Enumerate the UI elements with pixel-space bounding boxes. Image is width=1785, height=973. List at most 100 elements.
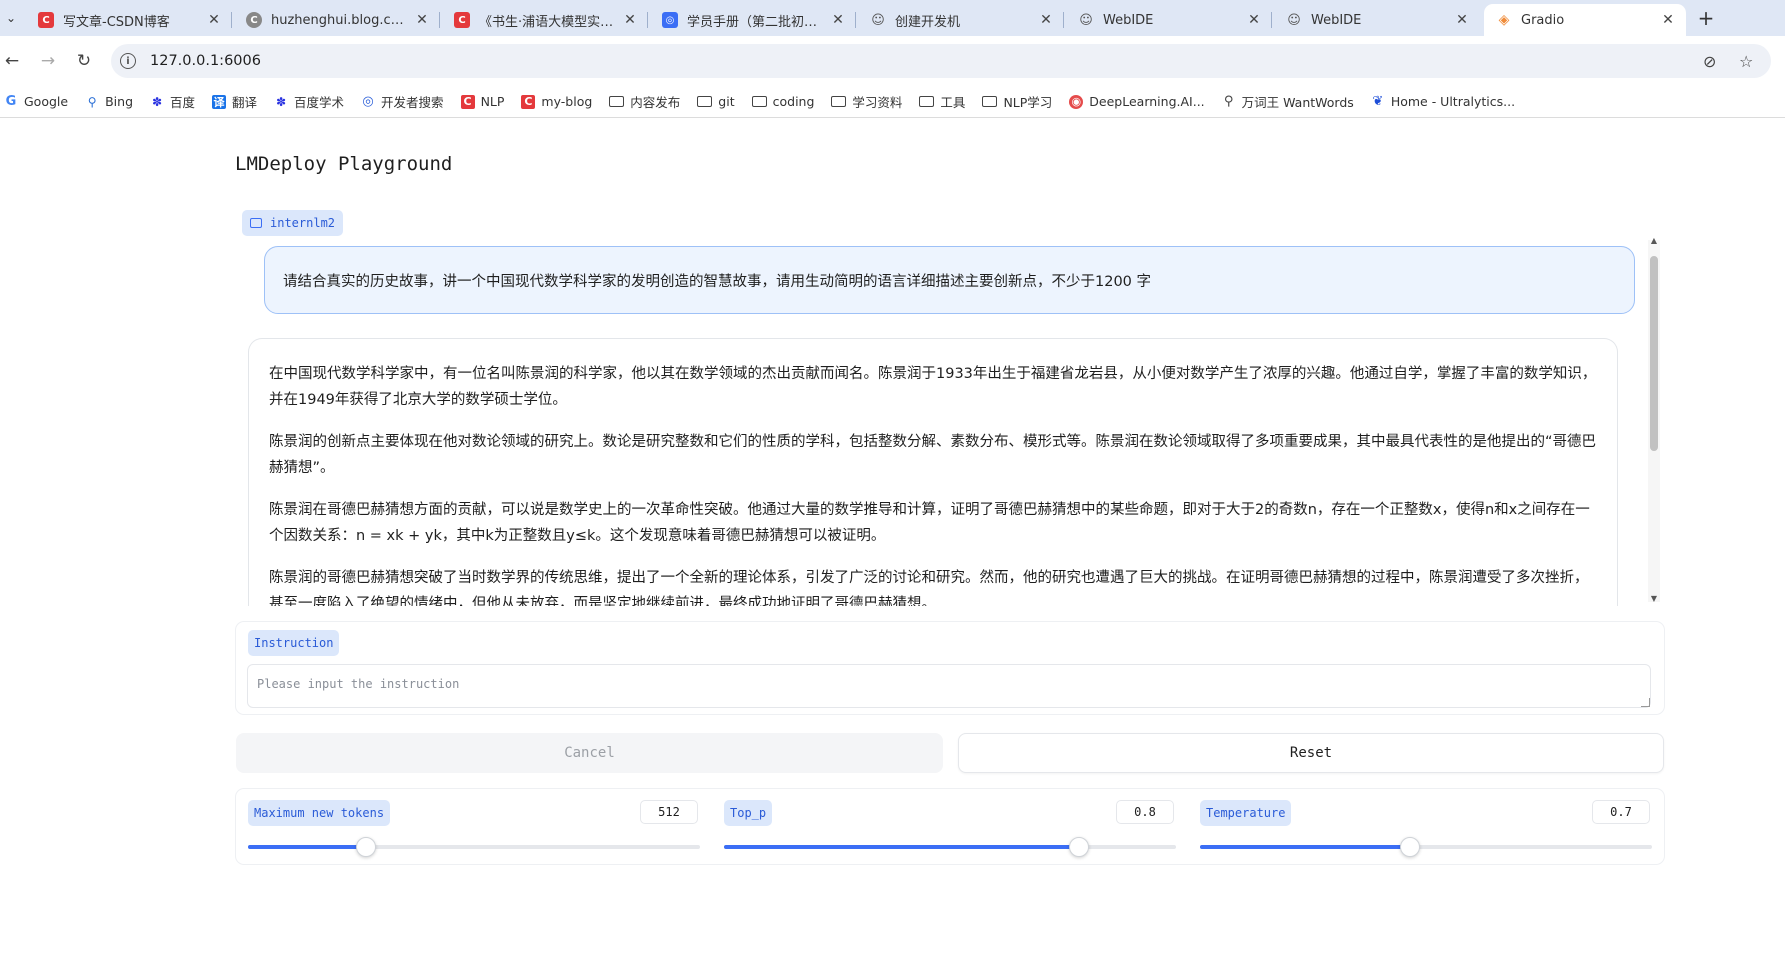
close-icon[interactable]: ✕: [1246, 12, 1262, 28]
url-text[interactable]: 127.0.0.1:6006: [150, 53, 261, 69]
folder-icon: [697, 96, 713, 107]
back-arrow-icon[interactable]: ←: [0, 49, 24, 73]
chat-scrollbar-thumb[interactable]: [1650, 256, 1658, 451]
tab-title: WebIDE: [1103, 12, 1154, 28]
tab-title: 创建开发机: [895, 14, 961, 30]
temperature-label: Temperature: [1200, 800, 1292, 826]
close-icon[interactable]: ✕: [1038, 12, 1054, 28]
bing-icon: ⚲: [87, 94, 97, 109]
baidu-icon: ✽: [276, 94, 287, 109]
csdn-icon: C: [521, 94, 536, 109]
parameters-panel: [236, 789, 1664, 864]
assistant-message-bubble: 在中国现代数学科学家中，有一位名叫陈景润的科学家，他以其在数学领域的杰出贡献而闻…: [248, 338, 1618, 606]
baidu-icon: ✽: [151, 94, 163, 109]
close-icon[interactable]: ✕: [1660, 12, 1676, 28]
instruction-input[interactable]: [247, 664, 1651, 708]
bookmark-folder[interactable]: git: [697, 94, 735, 109]
bookmark-item[interactable]: C NLP: [460, 94, 504, 109]
folder-icon: [831, 96, 847, 107]
temperature-slider[interactable]: [1200, 837, 1652, 857]
deeplearning-icon: ◉: [1069, 94, 1084, 109]
bookmark-item[interactable]: ⚲ 万词王 WantWords: [1222, 92, 1354, 111]
browser-tab[interactable]: ☺ WebIDE ✕: [1066, 4, 1272, 36]
close-icon[interactable]: ✕: [830, 12, 846, 28]
tab-title: 《书生·浦语大模型实战营: [479, 14, 616, 30]
browser-tab[interactable]: ◎ 学员手册（第二批初夏专 ✕: [650, 4, 856, 36]
bookmark-item[interactable]: ✽ 百度: [150, 92, 195, 111]
reload-icon[interactable]: ↻: [72, 49, 96, 73]
bookmark-folder[interactable]: NLP学习: [982, 92, 1052, 111]
chat-icon: [250, 218, 262, 228]
folder-icon: [982, 96, 998, 107]
top-p-slider[interactable]: [724, 837, 1176, 857]
folder-icon: [751, 96, 767, 107]
bookmark-folder[interactable]: coding: [751, 94, 814, 109]
star-bookmark-icon[interactable]: ☆: [1739, 44, 1753, 78]
scroll-up-arrow-icon[interactable]: ▲: [1648, 234, 1660, 246]
tab-strip: ⌄ C 写文章-CSDN博客 ✕ C huzhenghui.blog.csdn.…: [0, 0, 1785, 36]
max-new-tokens-slider[interactable]: [248, 837, 700, 857]
page-title: LMDeploy Playground: [235, 153, 453, 175]
reset-button[interactable]: Reset: [958, 733, 1664, 773]
bookmark-folder[interactable]: 工具: [919, 92, 965, 111]
page-icon: C: [246, 12, 262, 28]
dev-search-icon: ◎: [362, 94, 374, 109]
ide-icon: ☺: [871, 12, 885, 28]
address-toolbar: ← → ↻ i 127.0.0.1:6006 ⊘ ☆: [0, 36, 1785, 86]
bookmark-folder[interactable]: 内容发布: [609, 92, 680, 111]
browser-tab[interactable]: ☺ 创建开发机 ✕: [858, 4, 1064, 36]
browser-tab[interactable]: C huzhenghui.blog.csdn.n ✕: [234, 4, 440, 36]
instruction-label: Instruction: [248, 630, 340, 656]
slider-thumb[interactable]: [355, 837, 376, 857]
scroll-down-arrow-icon[interactable]: ▼: [1648, 592, 1660, 604]
eye-slash-icon[interactable]: ⊘: [1703, 44, 1716, 78]
top-p-label: Top_p: [724, 800, 773, 826]
translate-icon: 译: [212, 94, 227, 109]
browser-tab[interactable]: C 《书生·浦语大模型实战营 ✕: [442, 4, 648, 36]
bookmark-folder[interactable]: 学习资料: [831, 92, 902, 111]
address-bar[interactable]: i 127.0.0.1:6006 ⊘ ☆: [111, 44, 1771, 78]
bookmark-item[interactable]: ⚲ Bing: [85, 94, 133, 109]
csdn-icon: C: [460, 94, 475, 109]
browser-tab-active[interactable]: ◈ Gradio ✕: [1484, 4, 1686, 36]
max-new-tokens-label: Maximum new tokens: [248, 800, 391, 826]
ide-icon: ☺: [1079, 12, 1093, 28]
assistant-paragraph: 陈景润的哥德巴赫猜想突破了当时数学界的传统思维，提出了一个全新的理论体系，引发了…: [269, 570, 1589, 606]
bookmark-item[interactable]: ◎ 开发者搜索: [361, 92, 443, 111]
gradio-icon: ◈: [1498, 12, 1510, 28]
tab-title: 学员手册（第二批初夏专: [687, 14, 824, 30]
new-tab-plus-icon[interactable]: +: [1694, 6, 1718, 30]
close-icon[interactable]: ✕: [1454, 12, 1470, 28]
cancel-button[interactable]: Cancel: [236, 733, 943, 773]
close-icon[interactable]: ✕: [206, 12, 222, 28]
close-icon[interactable]: ✕: [622, 12, 638, 28]
bookmark-item[interactable]: 译翻译: [212, 92, 257, 111]
browser-tab[interactable]: ☺ WebIDE ✕: [1274, 4, 1480, 36]
resize-handle-icon[interactable]: [1641, 698, 1650, 707]
assistant-paragraph: 陈景润在哥德巴赫猜想方面的贡献，可以说是数学史上的一次革命性突破。他通过大量的数…: [269, 502, 1590, 544]
temperature-value[interactable]: 0.7: [1592, 800, 1650, 824]
folder-icon: [919, 96, 935, 107]
bookmark-item[interactable]: Cmy-blog: [521, 94, 592, 109]
browser-tab[interactable]: C 写文章-CSDN博客 ✕: [26, 4, 232, 36]
ide-icon: ☺: [1287, 12, 1301, 28]
forward-arrow-icon[interactable]: →: [36, 49, 60, 73]
user-message-text: 请结合真实的历史故事，讲一个中国现代数学科学家的发明创造的智慧故事，请用生动简明…: [283, 273, 1152, 290]
bookmark-item[interactable]: ✽ 百度学术: [274, 92, 344, 111]
wantwords-icon: ⚲: [1223, 94, 1234, 109]
tab-title: Gradio: [1521, 12, 1565, 28]
bookmark-item[interactable]: ❦ Home - Ultralytics...: [1371, 94, 1515, 109]
assistant-paragraph: 陈景润的创新点主要体现在他对数论领域的研究上。数论是研究整数和它们的性质的学科，…: [269, 434, 1597, 476]
close-icon[interactable]: ✕: [414, 12, 430, 28]
max-new-tokens-value[interactable]: 512: [640, 800, 698, 824]
google-icon: G: [5, 94, 17, 109]
tab-search-chevron-icon[interactable]: ⌄: [0, 6, 22, 30]
top-p-value[interactable]: 0.8: [1116, 800, 1174, 824]
ultralytics-icon: ❦: [1372, 94, 1384, 109]
bookmark-item[interactable]: ◉ DeepLearning.AI...: [1069, 94, 1205, 109]
chatbot-label: internlm2: [242, 210, 344, 236]
bookmark-item[interactable]: G Google: [4, 94, 68, 109]
csdn-icon: C: [454, 12, 470, 28]
csdn-icon: C: [38, 12, 54, 28]
site-info-icon[interactable]: i: [120, 53, 136, 69]
